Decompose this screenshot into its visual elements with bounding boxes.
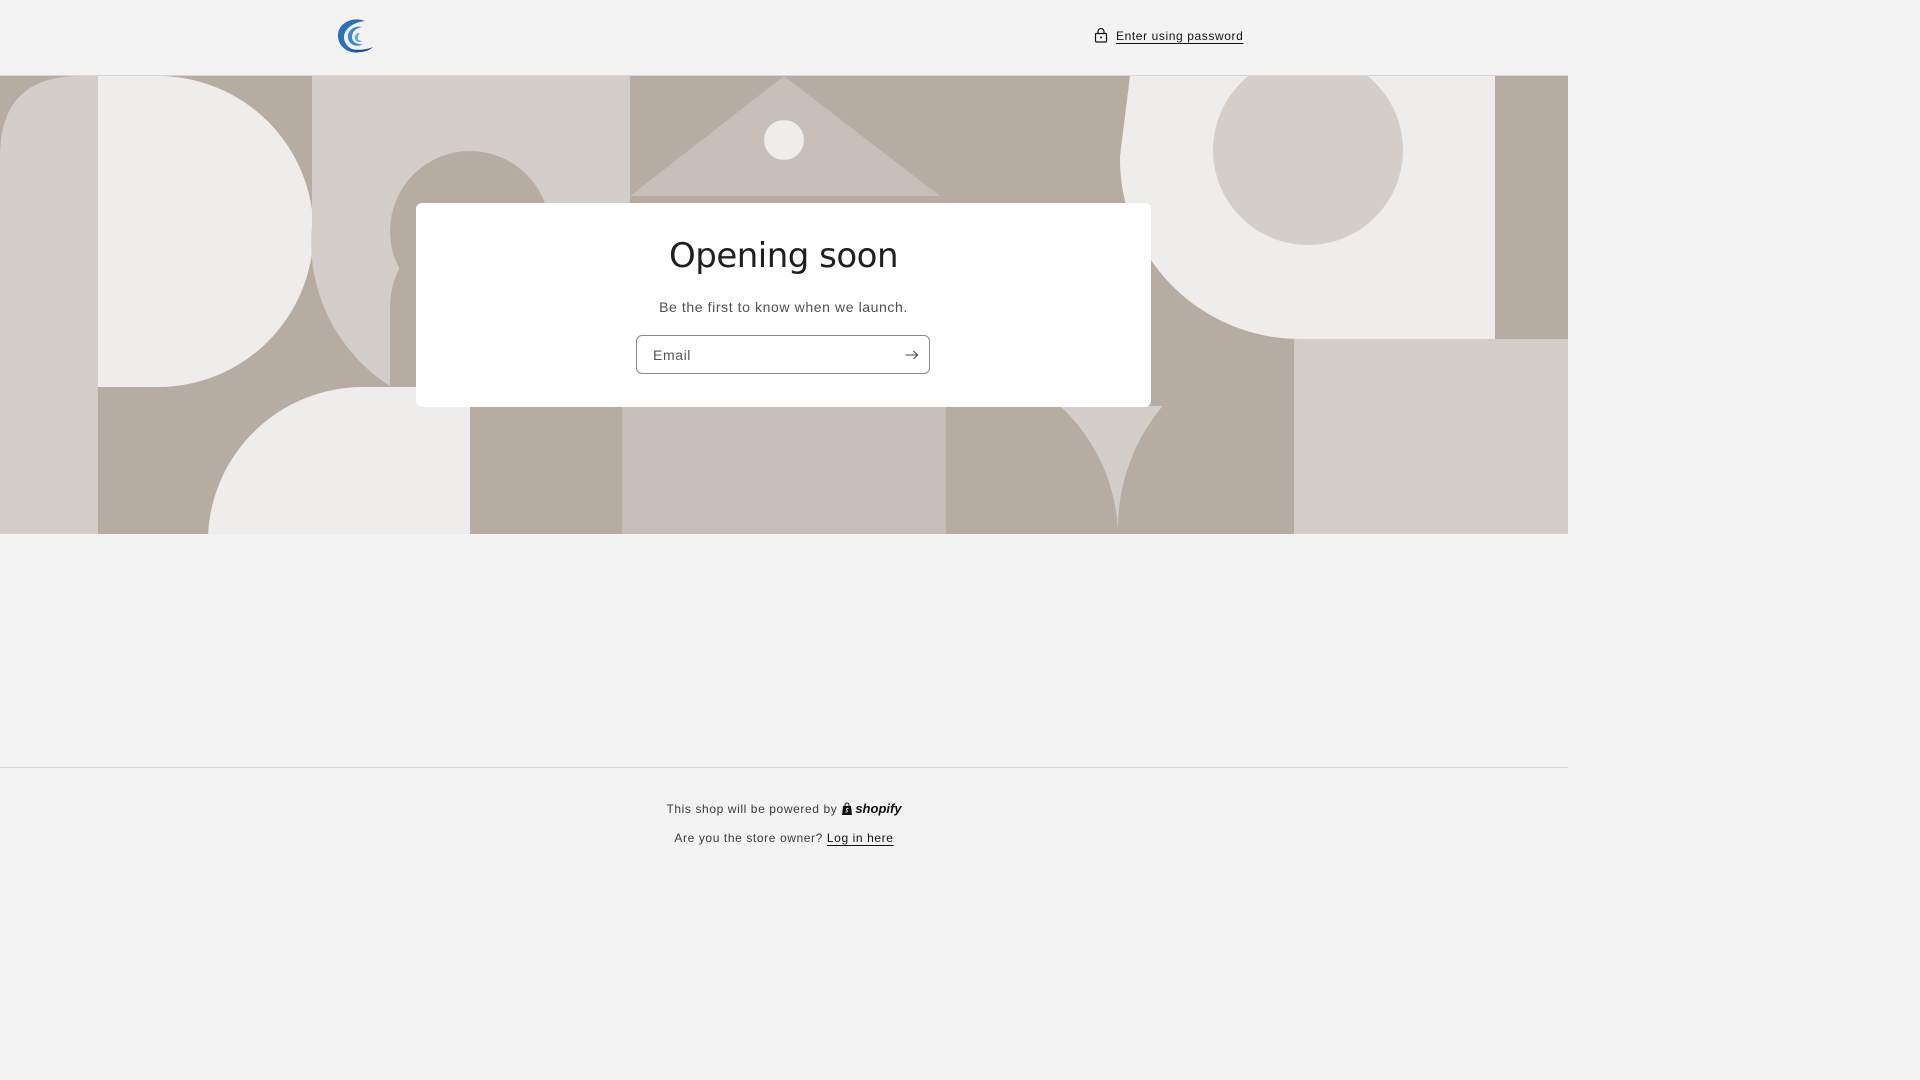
enter-password-link[interactable]: Enter using password <box>1094 26 1243 46</box>
site-footer: This shop will be powered by shopify Are… <box>0 767 1568 882</box>
wave-logo-icon[interactable] <box>335 17 375 55</box>
owner-question: Are you the store owner? <box>674 831 823 845</box>
arrow-right-icon[interactable] <box>901 345 923 365</box>
page-title: Opening soon <box>668 236 899 276</box>
page-subtitle: Be the first to know when we launch. <box>659 299 908 315</box>
enter-password-label[interactable]: Enter using password <box>1116 29 1243 43</box>
newsletter-card: Opening soon Be the first to know when w… <box>416 203 1151 407</box>
email-input[interactable] <box>637 336 887 373</box>
login-link[interactable]: Log in here <box>827 831 894 845</box>
site-header: Enter using password <box>0 0 1568 76</box>
email-field-wrapper <box>636 335 930 374</box>
powered-by-line: This shop will be powered by shopify <box>0 801 1568 816</box>
shopify-logo[interactable]: shopify <box>841 801 902 816</box>
lock-icon <box>1094 27 1108 46</box>
shopify-bag-icon <box>842 802 853 815</box>
store-owner-line: Are you the store owner? Log in here <box>0 831 1568 845</box>
shopify-brand-text: shopify <box>855 801 902 816</box>
powered-by-text: This shop will be powered by <box>666 801 838 816</box>
